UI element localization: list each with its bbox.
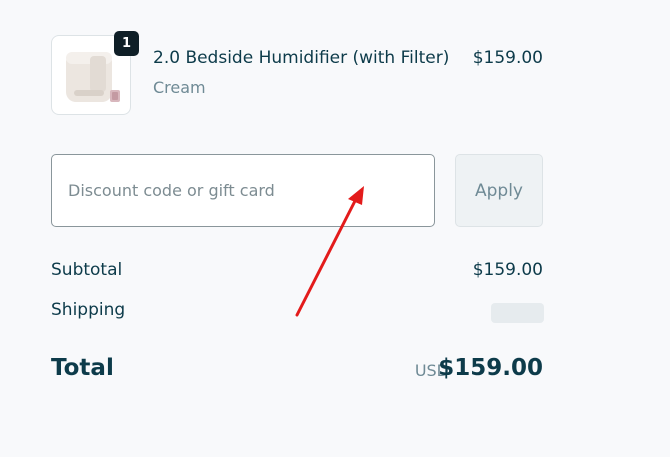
total-amount: $159.00 [438,355,543,381]
quantity-badge: 1 [114,31,139,56]
subtotal-label: Subtotal [51,260,123,280]
total-label: Total [51,355,114,381]
discount-code-input[interactable] [51,154,435,227]
shipping-value-placeholder [491,303,544,323]
product-variant: Cream [153,78,206,97]
product-price: $159.00 [472,48,543,68]
product-name: 2.0 Bedside Humidifier (with Filter) [153,48,450,68]
apply-discount-button[interactable]: Apply [455,154,543,227]
subtotal-value: $159.00 [472,260,543,280]
shipping-label: Shipping [51,300,126,320]
humidifier-product-image [66,52,120,102]
